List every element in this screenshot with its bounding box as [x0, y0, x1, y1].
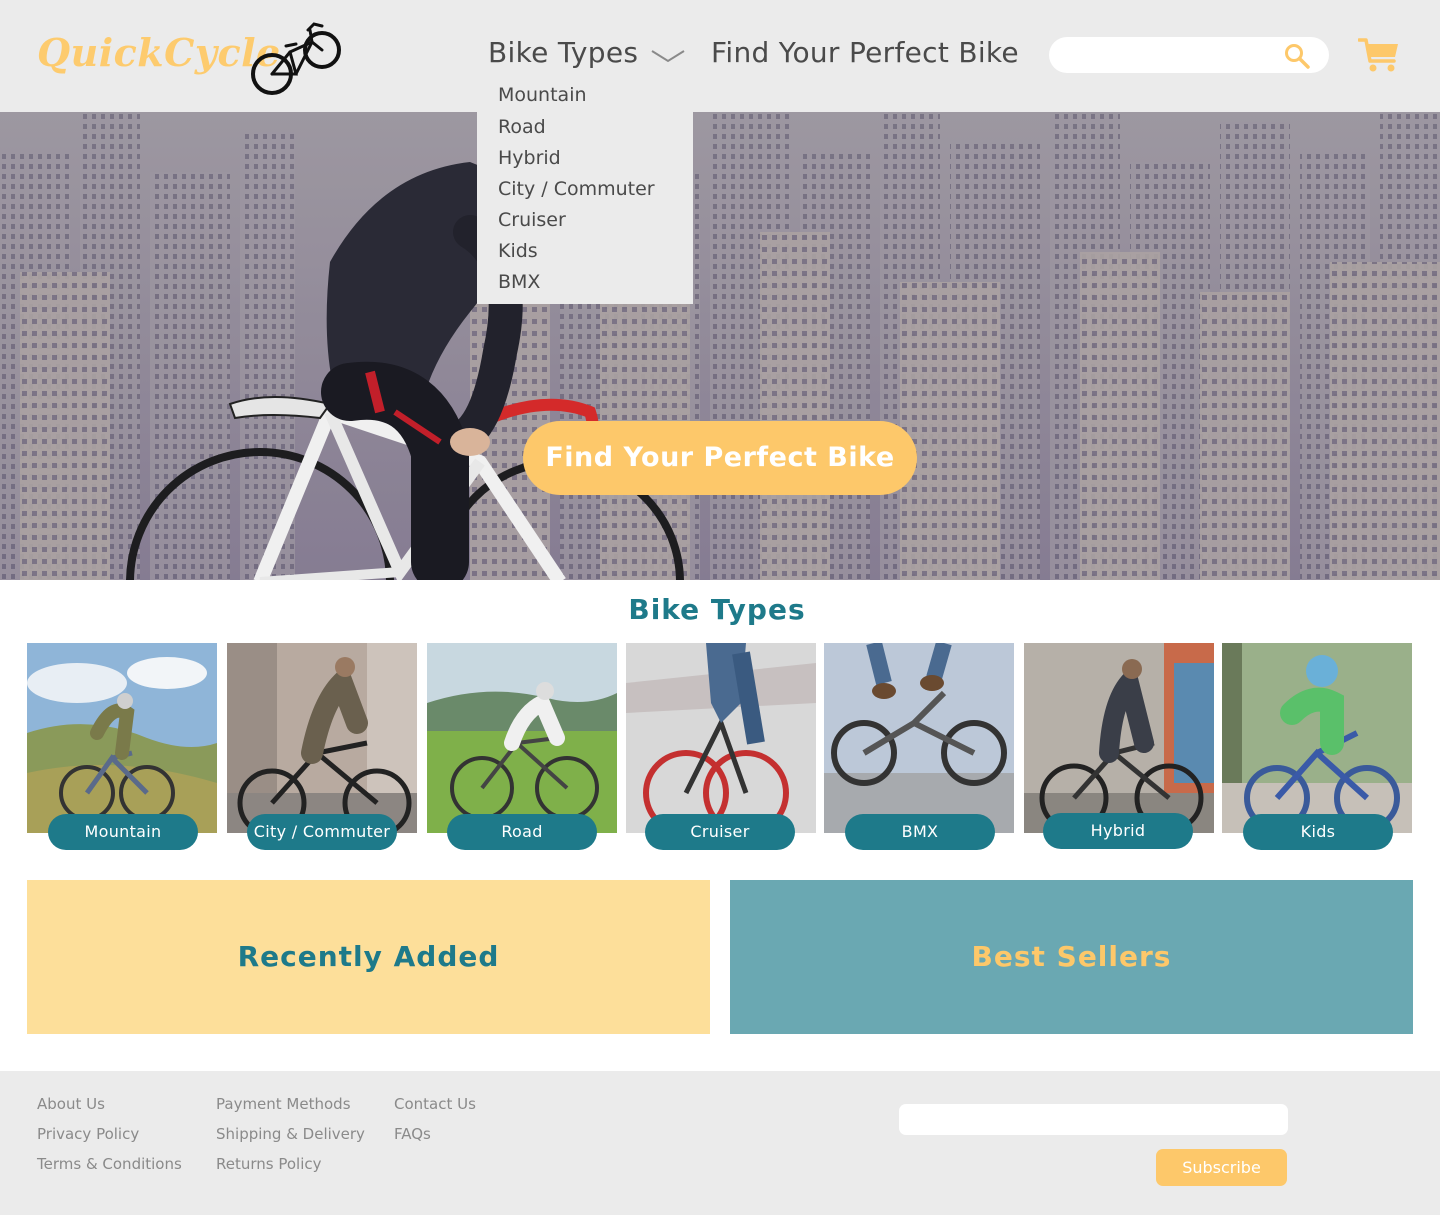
- dropdown-item-city-commuter[interactable]: City / Commuter: [498, 178, 655, 200]
- kids-bike-image: [1222, 643, 1412, 833]
- footer-link-payment-methods[interactable]: Payment Methods: [216, 1095, 351, 1113]
- search-icon[interactable]: [1284, 43, 1310, 69]
- footer-link-returns-policy[interactable]: Returns Policy: [216, 1155, 322, 1173]
- recently-added-panel[interactable]: Recently Added: [27, 880, 710, 1034]
- footer-link-shipping-delivery[interactable]: Shipping & Delivery: [216, 1125, 365, 1143]
- nav-bike-types[interactable]: Bike Types: [488, 36, 638, 69]
- footer-link-faqs[interactable]: FAQs: [394, 1125, 431, 1143]
- subscribe-button[interactable]: Subscribe: [1156, 1149, 1287, 1186]
- tile-label-mountain[interactable]: Mountain: [48, 814, 198, 850]
- tile-label-bmx[interactable]: BMX: [845, 814, 995, 850]
- cart-icon[interactable]: [1358, 37, 1400, 73]
- tile-city-commuter[interactable]: [227, 643, 417, 833]
- road-bike-image: [427, 643, 617, 833]
- footer-link-about-us[interactable]: About Us: [37, 1095, 105, 1113]
- bike-types-dropdown: Mountain Road Hybrid City / Commuter Cru…: [477, 78, 693, 304]
- recently-added-title: Recently Added: [237, 940, 500, 973]
- tile-bmx[interactable]: [824, 643, 1014, 833]
- hero-banner: Find Your Perfect Bike: [0, 112, 1440, 580]
- footer-link-contact-us[interactable]: Contact Us: [394, 1095, 476, 1113]
- dropdown-item-cruiser[interactable]: Cruiser: [498, 209, 566, 231]
- tile-hybrid[interactable]: [1024, 643, 1214, 833]
- subscribe-email-input[interactable]: [899, 1104, 1288, 1135]
- tile-kids[interactable]: [1222, 643, 1412, 833]
- footer-link-privacy-policy[interactable]: Privacy Policy: [37, 1125, 139, 1143]
- chevron-down-icon[interactable]: [651, 48, 685, 64]
- nav-find-your-bike[interactable]: Find Your Perfect Bike: [711, 36, 1019, 69]
- cruiser-bike-image: [626, 643, 816, 833]
- dropdown-item-road[interactable]: Road: [498, 116, 546, 138]
- search-input[interactable]: [1065, 43, 1275, 67]
- tile-cruiser[interactable]: [626, 643, 816, 833]
- best-sellers-title: Best Sellers: [971, 940, 1172, 973]
- tile-mountain[interactable]: [27, 643, 217, 833]
- bicycle-logo-icon: [251, 22, 341, 95]
- bmx-bike-image: [824, 643, 1014, 833]
- footer-link-terms[interactable]: Terms & Conditions: [37, 1155, 182, 1173]
- tile-label-city-commuter[interactable]: City / Commuter: [247, 814, 397, 850]
- tile-label-road[interactable]: Road: [447, 814, 597, 850]
- site-footer: [0, 1071, 1440, 1215]
- city-commuter-bike-image: [227, 643, 417, 833]
- tile-label-hybrid[interactable]: Hybrid: [1043, 813, 1193, 849]
- dropdown-item-bmx[interactable]: BMX: [498, 271, 540, 293]
- dropdown-item-kids[interactable]: Kids: [498, 240, 538, 262]
- dropdown-item-mountain[interactable]: Mountain: [498, 84, 587, 106]
- find-your-bike-button[interactable]: Find Your Perfect Bike: [523, 421, 917, 495]
- site-logo[interactable]: QuickCycle: [37, 30, 281, 75]
- best-sellers-panel[interactable]: Best Sellers: [730, 880, 1413, 1034]
- hero-image: [0, 112, 1440, 580]
- tile-road[interactable]: [427, 643, 617, 833]
- tile-label-kids[interactable]: Kids: [1243, 814, 1393, 850]
- site-header: QuickCycle Bike Types Find Your Perfect …: [0, 0, 1440, 112]
- bike-types-heading: Bike Types: [628, 593, 806, 626]
- dropdown-item-hybrid[interactable]: Hybrid: [498, 147, 561, 169]
- hybrid-bike-image: [1024, 643, 1214, 833]
- tile-label-cruiser[interactable]: Cruiser: [645, 814, 795, 850]
- mountain-bike-image: [27, 643, 217, 833]
